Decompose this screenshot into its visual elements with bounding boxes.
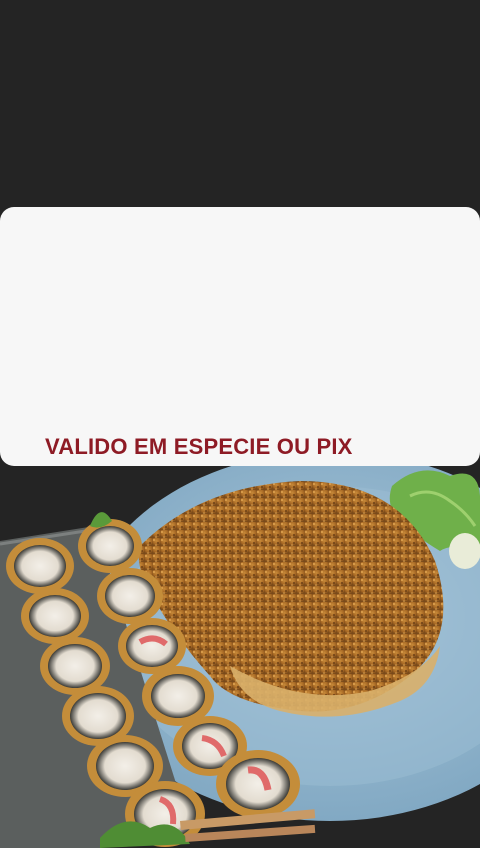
food-photo-illustration [0, 466, 480, 848]
promo-card [0, 207, 480, 466]
top-dark-area [0, 0, 480, 210]
promo-text: VALIDO EM ESPECIE OU PIX [45, 434, 353, 459]
food-photo [0, 466, 480, 848]
